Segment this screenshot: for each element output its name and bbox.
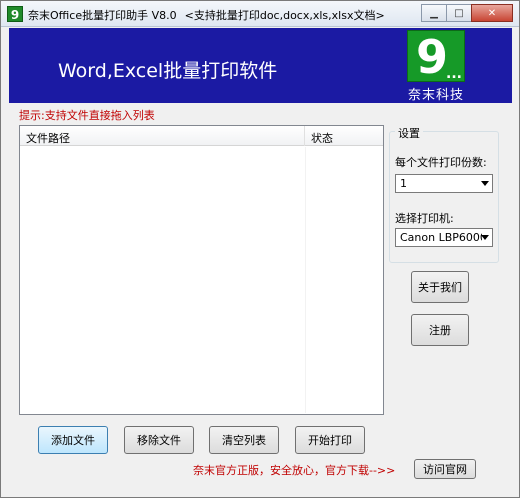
company-logo: 9 ... 奈末科技 xyxy=(407,30,465,103)
column-divider xyxy=(305,147,306,413)
window-title: 奈末Office批量打印助手 V8.0 <支持批量打印doc,docx,xls,x… xyxy=(28,7,385,23)
logo-nine-glyph: 9 xyxy=(416,30,449,84)
file-list-header: 文件路径 状态 xyxy=(20,126,383,146)
header-banner: Word,Excel批量打印软件 9 ... 奈末科技 xyxy=(9,28,512,103)
logo-dots: ... xyxy=(446,66,462,82)
copies-select-value: 1 xyxy=(400,177,407,190)
minimize-icon[interactable]: ▁ xyxy=(421,4,447,22)
drag-drop-hint: 提示:支持文件直接拖入列表 xyxy=(19,109,155,122)
clear-list-button[interactable]: 清空列表 xyxy=(209,426,279,454)
title-bar[interactable]: 9 奈末Office批量打印助手 V8.0 <支持批量打印doc,docx,xls… xyxy=(1,1,519,27)
file-list[interactable]: 文件路径 状态 xyxy=(19,125,384,415)
printer-select[interactable]: Canon LBP6000/L xyxy=(395,228,493,247)
register-button[interactable]: 注册 xyxy=(411,314,469,346)
copies-select[interactable]: 1 xyxy=(395,174,493,193)
visit-website-button[interactable]: 访问官网 xyxy=(414,459,476,479)
window-controls: ▁ □ ✕ xyxy=(421,4,513,22)
chevron-down-icon xyxy=(481,181,489,186)
printer-select-value: Canon LBP6000/L xyxy=(400,231,482,244)
logo-company-name: 奈末科技 xyxy=(407,88,464,103)
app-logo-icon: 9 xyxy=(7,6,23,22)
window-title-subtitle: <支持批量打印doc,docx,xls,xlsx文档> xyxy=(184,9,385,22)
remove-file-button[interactable]: 移除文件 xyxy=(124,426,194,454)
about-us-button[interactable]: 关于我们 xyxy=(411,271,469,303)
file-list-body[interactable] xyxy=(20,147,383,413)
app-window: 9 奈末Office批量打印助手 V8.0 <支持批量打印doc,docx,xls… xyxy=(0,0,520,498)
window-title-main: 奈末Office批量打印助手 V8.0 xyxy=(28,9,177,22)
settings-group-title: 设置 xyxy=(395,125,423,141)
printer-label: 选择打印机: xyxy=(395,212,454,225)
column-header-file-path[interactable]: 文件路径 xyxy=(20,126,305,146)
maximize-icon[interactable]: □ xyxy=(446,4,472,22)
official-notice: 奈末官方正版，安全放心，官方下载-->> xyxy=(193,464,396,477)
copies-label: 每个文件打印份数: xyxy=(395,156,487,169)
close-icon[interactable]: ✕ xyxy=(471,4,513,22)
chevron-down-icon xyxy=(481,235,489,240)
banner-title: Word,Excel批量打印软件 xyxy=(58,60,278,82)
start-print-button[interactable]: 开始打印 xyxy=(295,426,365,454)
column-header-status[interactable]: 状态 xyxy=(305,126,383,146)
logo-badge: 9 ... xyxy=(407,30,465,84)
add-files-button[interactable]: 添加文件 xyxy=(38,426,108,454)
